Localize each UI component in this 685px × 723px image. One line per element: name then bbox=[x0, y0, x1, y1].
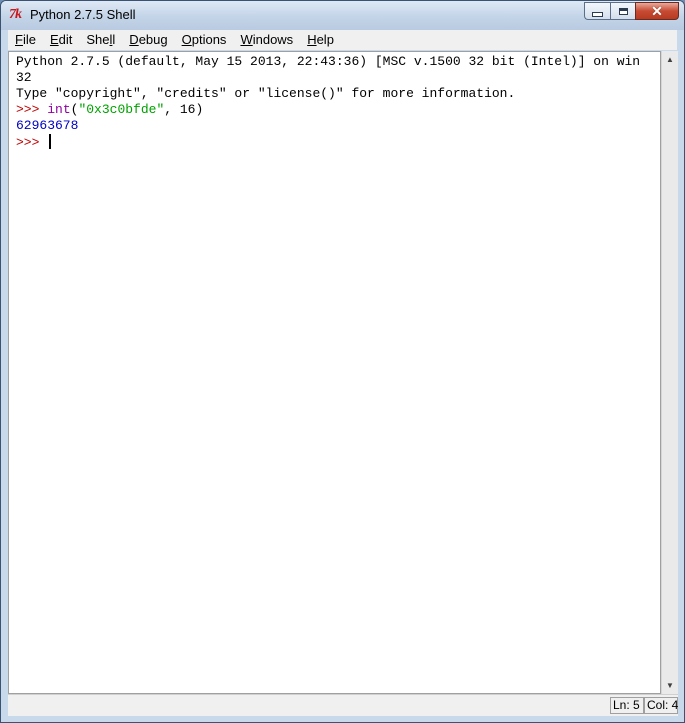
info-line: Type "copyright", "credits" or "license(… bbox=[16, 86, 516, 101]
close-icon: ✕ bbox=[651, 3, 663, 19]
menu-options-mnemonic: O bbox=[181, 32, 192, 47]
menu-windows[interactable]: Windows bbox=[233, 30, 300, 50]
menu-options[interactable]: Options bbox=[175, 30, 234, 50]
banner-line-wrap: 32 bbox=[16, 70, 32, 85]
menu-help[interactable]: Help bbox=[300, 30, 341, 50]
menu-help-label: elp bbox=[316, 32, 334, 47]
text-cursor bbox=[49, 134, 52, 149]
menu-debug-mnemonic: D bbox=[129, 32, 139, 47]
status-bar: Ln: 5 Col: 4 bbox=[8, 694, 678, 716]
column-number-indicator: Col: 4 bbox=[644, 697, 678, 714]
scroll-up-arrow-icon[interactable]: ▲ bbox=[662, 51, 678, 68]
prompt: >>> bbox=[16, 135, 48, 150]
close-button[interactable]: ✕ bbox=[635, 2, 679, 20]
caption-buttons: ✕ bbox=[584, 2, 679, 21]
window-title: Python 2.7.5 Shell bbox=[30, 7, 136, 22]
tk-app-icon: 7k bbox=[9, 7, 22, 22]
string-literal: "0x3c0bfde" bbox=[78, 102, 165, 117]
title-bar[interactable]: 7k Python 2.7.5 Shell ✕ bbox=[1, 1, 684, 30]
maximize-icon bbox=[618, 7, 628, 15]
menu-options-label: ptions bbox=[191, 32, 227, 47]
menu-shell[interactable]: Shell bbox=[79, 30, 122, 50]
menu-bar: File Edit Shell Debug Options Windows He… bbox=[8, 30, 677, 50]
menu-file-mnemonic: F bbox=[15, 32, 23, 47]
input-args: , 16) bbox=[164, 102, 204, 117]
menu-edit-label: dit bbox=[58, 32, 73, 47]
scroll-down-arrow-icon[interactable]: ▼ bbox=[662, 677, 678, 694]
menu-file-label: ile bbox=[22, 32, 36, 47]
banner-line: Python 2.7.5 (default, May 15 2013, 22:4… bbox=[16, 54, 641, 69]
maximize-button[interactable] bbox=[610, 2, 635, 20]
menu-windows-label: indows bbox=[252, 32, 294, 47]
minimize-button[interactable] bbox=[584, 2, 610, 20]
menu-edit[interactable]: Edit bbox=[43, 30, 79, 50]
line-number-indicator: Ln: 5 bbox=[610, 697, 644, 714]
menu-edit-mnemonic: E bbox=[49, 32, 59, 47]
menu-help-mnemonic: H bbox=[307, 32, 317, 47]
current-prompt-line[interactable]: >>> bbox=[16, 134, 660, 150]
menu-debug[interactable]: Debug bbox=[122, 30, 174, 50]
shell-text-area[interactable]: Python 2.7.5 (default, May 15 2013, 22:4… bbox=[8, 51, 661, 694]
prompt: >>> bbox=[16, 102, 48, 117]
input-line: >>> int("0x3c0bfde", 16) bbox=[16, 102, 660, 118]
menu-shell-label-pre: She bbox=[86, 32, 110, 47]
menu-debug-label: ebug bbox=[138, 32, 168, 47]
output-line: 62963678 bbox=[16, 118, 79, 133]
builtin-keyword: int bbox=[47, 102, 71, 117]
vertical-scrollbar[interactable]: ▲ ▼ bbox=[661, 51, 678, 694]
minimize-icon bbox=[592, 12, 603, 17]
menu-shell-label: l bbox=[112, 32, 116, 47]
menu-windows-mnemonic: W bbox=[240, 32, 253, 47]
menu-file[interactable]: File bbox=[8, 30, 43, 50]
python-shell-window: 7k Python 2.7.5 Shell ✕ File Edit Shell … bbox=[0, 0, 685, 723]
